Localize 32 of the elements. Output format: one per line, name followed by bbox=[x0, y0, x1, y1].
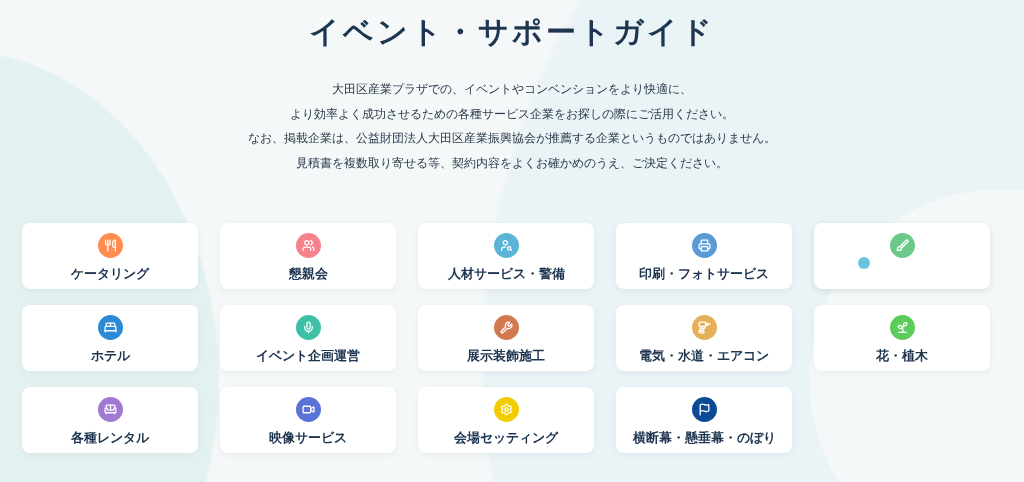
category-card[interactable]: ケータリング bbox=[22, 223, 198, 289]
intro-text: より効率よく成功させるための各種サービス企業をお探しの際にご活用ください。 bbox=[290, 105, 734, 123]
category-card[interactable]: 人材サービス・警備 bbox=[418, 223, 594, 289]
category-label: 各種レンタル bbox=[71, 429, 149, 447]
category-label: 花・植木 bbox=[876, 347, 928, 365]
category-label: 会場セッティング bbox=[454, 429, 558, 447]
category-card[interactable]: 横断幕・懸垂幕・のぼり bbox=[616, 387, 792, 453]
category-label: 展示装飾施工 bbox=[467, 347, 545, 365]
category-label: 映像サービス bbox=[269, 429, 347, 447]
category-card[interactable]: 花・植木 bbox=[814, 305, 990, 371]
category-label: 人材サービス・警備 bbox=[447, 265, 565, 283]
category-label: ホテル bbox=[90, 347, 130, 365]
category-card[interactable]: イベント企画運営 bbox=[220, 305, 396, 371]
category-label: 横断幕・懸垂幕・のぼり bbox=[632, 429, 776, 447]
category-card[interactable]: ホテル bbox=[22, 305, 198, 371]
intro-text: 見積書を複数取り寄せる等、契約内容をよくお確かめのうえ、ご決定ください。 bbox=[296, 154, 728, 172]
category-label: 電気・水道・エアコン bbox=[639, 347, 769, 365]
category-card[interactable]: 会場セッティング bbox=[418, 387, 594, 453]
category-label: 印刷・フォトサービス bbox=[639, 265, 769, 283]
category-card[interactable]: 懇親会 bbox=[220, 223, 396, 289]
intro-text: なお、掲載企業は、公益財団法人大田区産業振興協会が推薦する企業というものではありません。 bbox=[248, 130, 776, 147]
category-label: ケータリング bbox=[71, 265, 149, 283]
category-card[interactable]: 印刷・フォトサービス bbox=[616, 223, 792, 289]
category-card[interactable]: 展示装飾施工 bbox=[418, 305, 594, 371]
category-card[interactable]: 各種レンタル bbox=[22, 387, 198, 453]
category-label: 懇親会 bbox=[288, 265, 328, 283]
page-title: イベント・サポートガイド bbox=[309, 13, 715, 51]
category-card[interactable] bbox=[814, 223, 990, 289]
category-card[interactable]: 映像サービス bbox=[220, 387, 396, 453]
category-label: イベント企画運営 bbox=[256, 347, 360, 365]
intro-text: 大田区産業プラザでの、イベントやコンベンションをより快適に、 bbox=[332, 81, 692, 98]
category-card[interactable]: 電気・水道・エアコン bbox=[616, 305, 792, 371]
